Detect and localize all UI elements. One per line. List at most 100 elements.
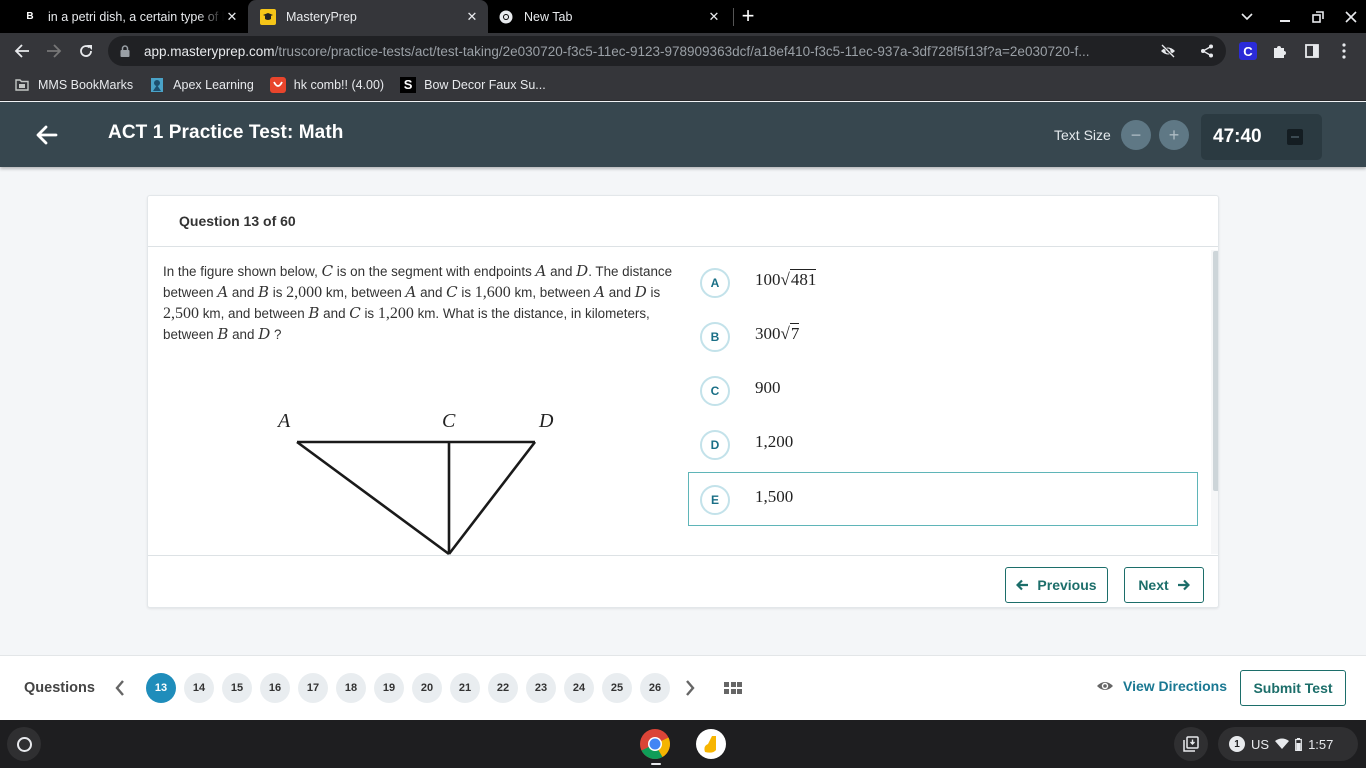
- choice-letter: D: [700, 430, 730, 460]
- arrow-right-icon: [1177, 579, 1190, 591]
- question-bubble-24[interactable]: 24: [564, 673, 594, 703]
- chrome-app-icon[interactable]: [639, 728, 671, 760]
- choice-c[interactable]: C 900: [688, 363, 1198, 417]
- more-menu-icon[interactable]: [1334, 41, 1354, 61]
- increase-text-size-button[interactable]: +: [1159, 120, 1189, 150]
- brainly-icon: B: [26, 11, 34, 22]
- question-card: Question 13 of 60 In the figure shown be…: [147, 195, 1219, 608]
- close-tab-icon[interactable]: ✕: [706, 9, 722, 25]
- eye-off-icon[interactable]: [1160, 43, 1176, 59]
- close-tab-icon[interactable]: ✕: [224, 9, 240, 25]
- extensions-puzzle-icon[interactable]: [1270, 41, 1290, 61]
- text-size-label: Text Size: [1054, 127, 1111, 143]
- question-bubble-17[interactable]: 17: [298, 673, 328, 703]
- running-indicator: [651, 763, 661, 765]
- close-tab-icon[interactable]: ✕: [464, 9, 480, 25]
- figure-label-d: D: [538, 410, 554, 432]
- tab-search-chevron-icon[interactable]: [1232, 0, 1262, 33]
- nav-next-page-button[interactable]: [680, 676, 700, 700]
- next-button[interactable]: Next: [1124, 567, 1204, 603]
- question-stem: In the figure shown below, C is on the s…: [163, 262, 673, 343]
- question-bubble-19[interactable]: 19: [374, 673, 404, 703]
- question-body: In the figure shown below, C is on the s…: [148, 248, 1218, 556]
- s-icon: S: [400, 76, 417, 93]
- page-title: ACT 1 Practice Test: Math: [108, 122, 344, 143]
- reload-button[interactable]: [72, 37, 100, 65]
- decrease-text-size-button[interactable]: −: [1121, 120, 1151, 150]
- bookmark-apex[interactable]: Apex Learning: [149, 77, 254, 93]
- question-bubble-21[interactable]: 21: [450, 673, 480, 703]
- share-icon[interactable]: [1199, 43, 1215, 59]
- question-bubble-26[interactable]: 26: [640, 673, 670, 703]
- back-button[interactable]: [8, 37, 36, 65]
- tab-brainly[interactable]: B in a petri dish, a certain type of bac…: [14, 0, 246, 33]
- choice-a[interactable]: A 100√481: [688, 255, 1198, 309]
- segment-ab: [296, 440, 450, 555]
- side-panel-icon[interactable]: [1302, 41, 1322, 61]
- forward-button[interactable]: [40, 37, 68, 65]
- question-bubble-25[interactable]: 25: [602, 673, 632, 703]
- question-number: Question 13 of 60: [179, 213, 296, 229]
- choice-value: 1,500: [755, 487, 794, 506]
- answer-choices: A 100√481 B 300√7 C 900 D 1,200 E 1,500: [688, 248, 1198, 555]
- url-host: app.masteryprep.com: [144, 43, 275, 59]
- hide-timer-button[interactable]: [1287, 129, 1303, 145]
- arrow-left-icon: [14, 44, 29, 58]
- question-bubble-15[interactable]: 15: [222, 673, 252, 703]
- tab-masteryprep[interactable]: MasteryPrep ✕: [248, 0, 488, 33]
- previous-button[interactable]: Previous: [1005, 567, 1108, 603]
- choice-value: 1,200: [755, 432, 794, 451]
- bookmarks-bar: MMS BookMarks Apex Learning hk comb!! (4…: [0, 69, 1366, 101]
- question-bubble-16[interactable]: 16: [260, 673, 290, 703]
- address-bar[interactable]: app.masteryprep.com/truscore/practice-te…: [108, 36, 1226, 66]
- tab-title: New Tab: [524, 9, 573, 24]
- submit-test-button[interactable]: Submit Test: [1240, 670, 1346, 706]
- bookmark-mms[interactable]: MMS BookMarks: [14, 77, 133, 93]
- question-bubble-14[interactable]: 14: [184, 673, 214, 703]
- keep-app-icon[interactable]: [695, 728, 727, 760]
- question-navigator: Questions 13 14 15 16 17 18 19 20 21 22 23 24 25 26 V…: [0, 655, 1366, 720]
- figure-label-a: A: [276, 410, 291, 432]
- scrollbar-thumb[interactable]: [1213, 251, 1218, 491]
- arrow-right-icon: [47, 44, 62, 58]
- tab-title: MasteryPrep: [286, 9, 357, 24]
- choice-value: 100√481: [755, 269, 817, 289]
- nav-prev-page-button[interactable]: [110, 676, 130, 700]
- question-bubble-23[interactable]: 23: [526, 673, 556, 703]
- launcher-button[interactable]: [7, 727, 41, 761]
- close-window-icon[interactable]: [1336, 0, 1366, 33]
- question-header: Question 13 of 60: [148, 196, 1218, 247]
- bookmark-bow-decor[interactable]: S Bow Decor Faux Su...: [400, 76, 546, 93]
- choice-d[interactable]: D 1,200: [688, 417, 1198, 471]
- choice-value: 900: [755, 378, 781, 397]
- question-bubble-22[interactable]: 22: [488, 673, 518, 703]
- extension-c-icon[interactable]: C: [1238, 41, 1258, 61]
- battery-icon: [1295, 737, 1302, 751]
- question-bubble-13[interactable]: 13: [146, 673, 176, 703]
- reload-icon: [80, 45, 92, 57]
- choice-b[interactable]: B 300√7: [688, 309, 1198, 363]
- questions-label: Questions: [24, 680, 95, 696]
- tab-new-tab[interactable]: New Tab ✕: [490, 0, 730, 33]
- lock-icon: [120, 45, 130, 57]
- bookmark-hk[interactable]: hk comb!! (4.00): [269, 76, 384, 93]
- grid-view-icon[interactable]: [724, 682, 742, 694]
- folder-icon: [14, 77, 30, 93]
- new-tab-button[interactable]: +: [738, 4, 758, 28]
- view-directions-link[interactable]: View Directions: [1096, 678, 1227, 694]
- choice-letter: C: [700, 376, 730, 406]
- question-bubble-18[interactable]: 18: [336, 673, 366, 703]
- timer-value: 47:40: [1213, 126, 1262, 147]
- minimize-icon[interactable]: [1270, 0, 1300, 33]
- tab-separator: [733, 8, 734, 26]
- choice-e[interactable]: E 1,500: [688, 472, 1198, 526]
- restore-icon[interactable]: [1303, 0, 1333, 33]
- question-bubble-20[interactable]: 20: [412, 673, 442, 703]
- url-path: /truscore/practice-tests/act/test-taking…: [274, 43, 1090, 59]
- tab-title: in a petri dish, a certain type of bacte…: [48, 9, 224, 24]
- tote-icon[interactable]: [1174, 727, 1208, 761]
- hk-icon: [269, 76, 286, 93]
- back-arrow-icon[interactable]: [34, 122, 60, 148]
- wifi-icon: [1275, 738, 1290, 749]
- status-tray[interactable]: 1 US 1:57: [1218, 727, 1358, 761]
